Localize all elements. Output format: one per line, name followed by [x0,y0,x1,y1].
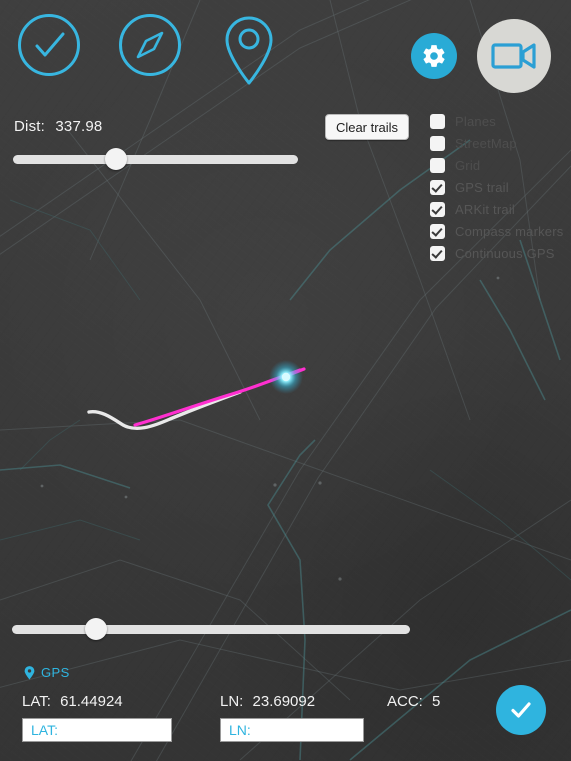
option-row[interactable]: GPS trail [430,176,570,198]
longitude-readout: LN: 23.69092 [220,693,315,710]
map-pin-icon[interactable] [220,12,278,86]
longitude-value: 23.69092 [252,693,316,710]
option-row[interactable]: Continuous GPS [430,242,570,264]
checkbox-unchecked-icon[interactable] [430,113,445,129]
option-row[interactable]: Compass markers [430,220,570,242]
zoom-slider-track[interactable] [12,625,410,634]
latitude-input-placeholder: LAT: [31,722,58,738]
longitude-label: LN: [220,693,244,710]
checkbox-checked-icon[interactable] [430,245,445,261]
distance-slider[interactable] [13,148,298,170]
latitude-input[interactable]: LAT: [22,718,172,742]
option-row[interactable]: StreetMap [430,132,570,154]
option-label: Planes [455,113,496,129]
checkbox-unchecked-icon[interactable] [430,157,445,173]
current-position-core [281,372,291,382]
top-toolbar [0,0,571,100]
zoom-slider[interactable] [12,618,410,640]
zoom-slider-thumb[interactable] [84,618,107,640]
distance-label: Dist: [14,118,45,135]
latitude-value: 61.44924 [60,693,123,710]
distance-readout: Dist: 337.98 [14,118,102,135]
checkbox-checked-icon[interactable] [430,179,445,195]
distance-slider-thumb[interactable] [104,148,127,170]
distance-value: 337.98 [55,118,103,135]
longitude-input[interactable]: LN: [220,718,364,742]
latitude-readout: LAT: 61.44924 [22,693,123,710]
accuracy-readout: ACC: 5 [387,693,440,710]
longitude-input-placeholder: LN: [229,722,251,738]
clear-trails-button[interactable]: Clear trails [325,114,409,140]
accuracy-value: 5 [432,693,441,710]
checkbox-unchecked-icon[interactable] [430,135,445,151]
check-circle-icon[interactable] [18,14,80,76]
confirm-location-button[interactable] [496,685,546,735]
option-row[interactable]: ARKit trail [430,198,570,220]
gps-source-label: GPS [41,665,70,680]
latitude-label: LAT: [22,693,51,710]
check-icon [511,702,531,718]
gps-pin-icon [24,665,35,679]
accuracy-label: ACC: [387,693,423,710]
distance-slider-track[interactable] [13,155,298,164]
checkbox-checked-icon[interactable] [430,223,445,239]
gps-source-tag: GPS [24,665,70,680]
video-camera-icon[interactable] [477,19,551,93]
checkbox-checked-icon[interactable] [430,201,445,217]
option-label: Grid [455,157,481,173]
option-label: Compass markers [455,223,564,239]
option-label: StreetMap [455,135,517,151]
compass-icon[interactable] [119,14,181,76]
layer-options-panel: Planes StreetMap Grid GPS trail ARKit trail C… [430,110,570,264]
option-label: Continuous GPS [455,245,555,261]
option-row[interactable]: Grid [430,154,570,176]
option-label: ARKit trail [455,201,515,217]
option-row[interactable]: Planes [430,110,570,132]
app-root: Dist: 337.98 Clear trails Planes StreetMa… [0,0,571,761]
gear-icon[interactable] [411,33,457,79]
option-label: GPS trail [455,179,509,195]
